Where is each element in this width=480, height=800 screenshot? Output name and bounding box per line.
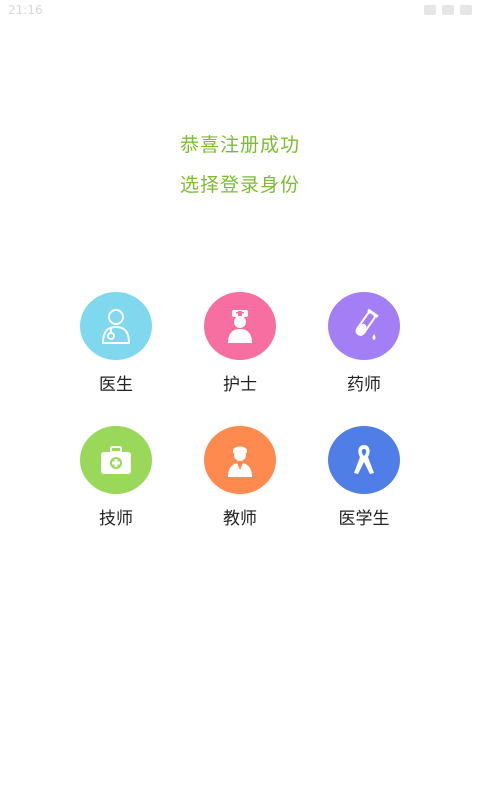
role-label-medical-student: 医学生 bbox=[338, 509, 390, 529]
role-label-pharmacist: 药师 bbox=[347, 375, 381, 395]
role-medical-student-button[interactable]: 医学生 bbox=[304, 426, 424, 529]
signal-icon bbox=[424, 5, 436, 15]
battery-icon bbox=[460, 5, 472, 15]
wifi-icon bbox=[442, 5, 454, 15]
role-label-nurse: 护士 bbox=[223, 375, 257, 395]
teacher-icon bbox=[204, 426, 276, 494]
role-label-doctor: 医生 bbox=[99, 375, 133, 395]
role-label-technician: 技师 bbox=[99, 509, 133, 529]
medical-kit-icon bbox=[80, 426, 152, 494]
role-technician-button[interactable]: 技师 bbox=[56, 426, 176, 529]
ribbon-icon bbox=[328, 426, 400, 494]
choose-identity-text: 选择登录身份 bbox=[179, 174, 300, 196]
role-doctor-button[interactable]: 医生 bbox=[56, 292, 176, 395]
test-tube-icon bbox=[328, 292, 400, 360]
status-bar: 21:16 bbox=[0, 0, 480, 22]
status-icons bbox=[424, 5, 472, 15]
role-label-teacher: 教师 bbox=[223, 509, 257, 529]
doctor-icon bbox=[80, 292, 152, 360]
registration-success-text: 恭喜注册成功 bbox=[179, 134, 300, 156]
role-nurse-button[interactable]: 护士 bbox=[180, 292, 300, 395]
role-pharmacist-button[interactable]: 药师 bbox=[304, 292, 424, 395]
role-teacher-button[interactable]: 教师 bbox=[180, 426, 300, 529]
nurse-icon bbox=[204, 292, 276, 360]
status-time: 21:16 bbox=[8, 3, 43, 17]
